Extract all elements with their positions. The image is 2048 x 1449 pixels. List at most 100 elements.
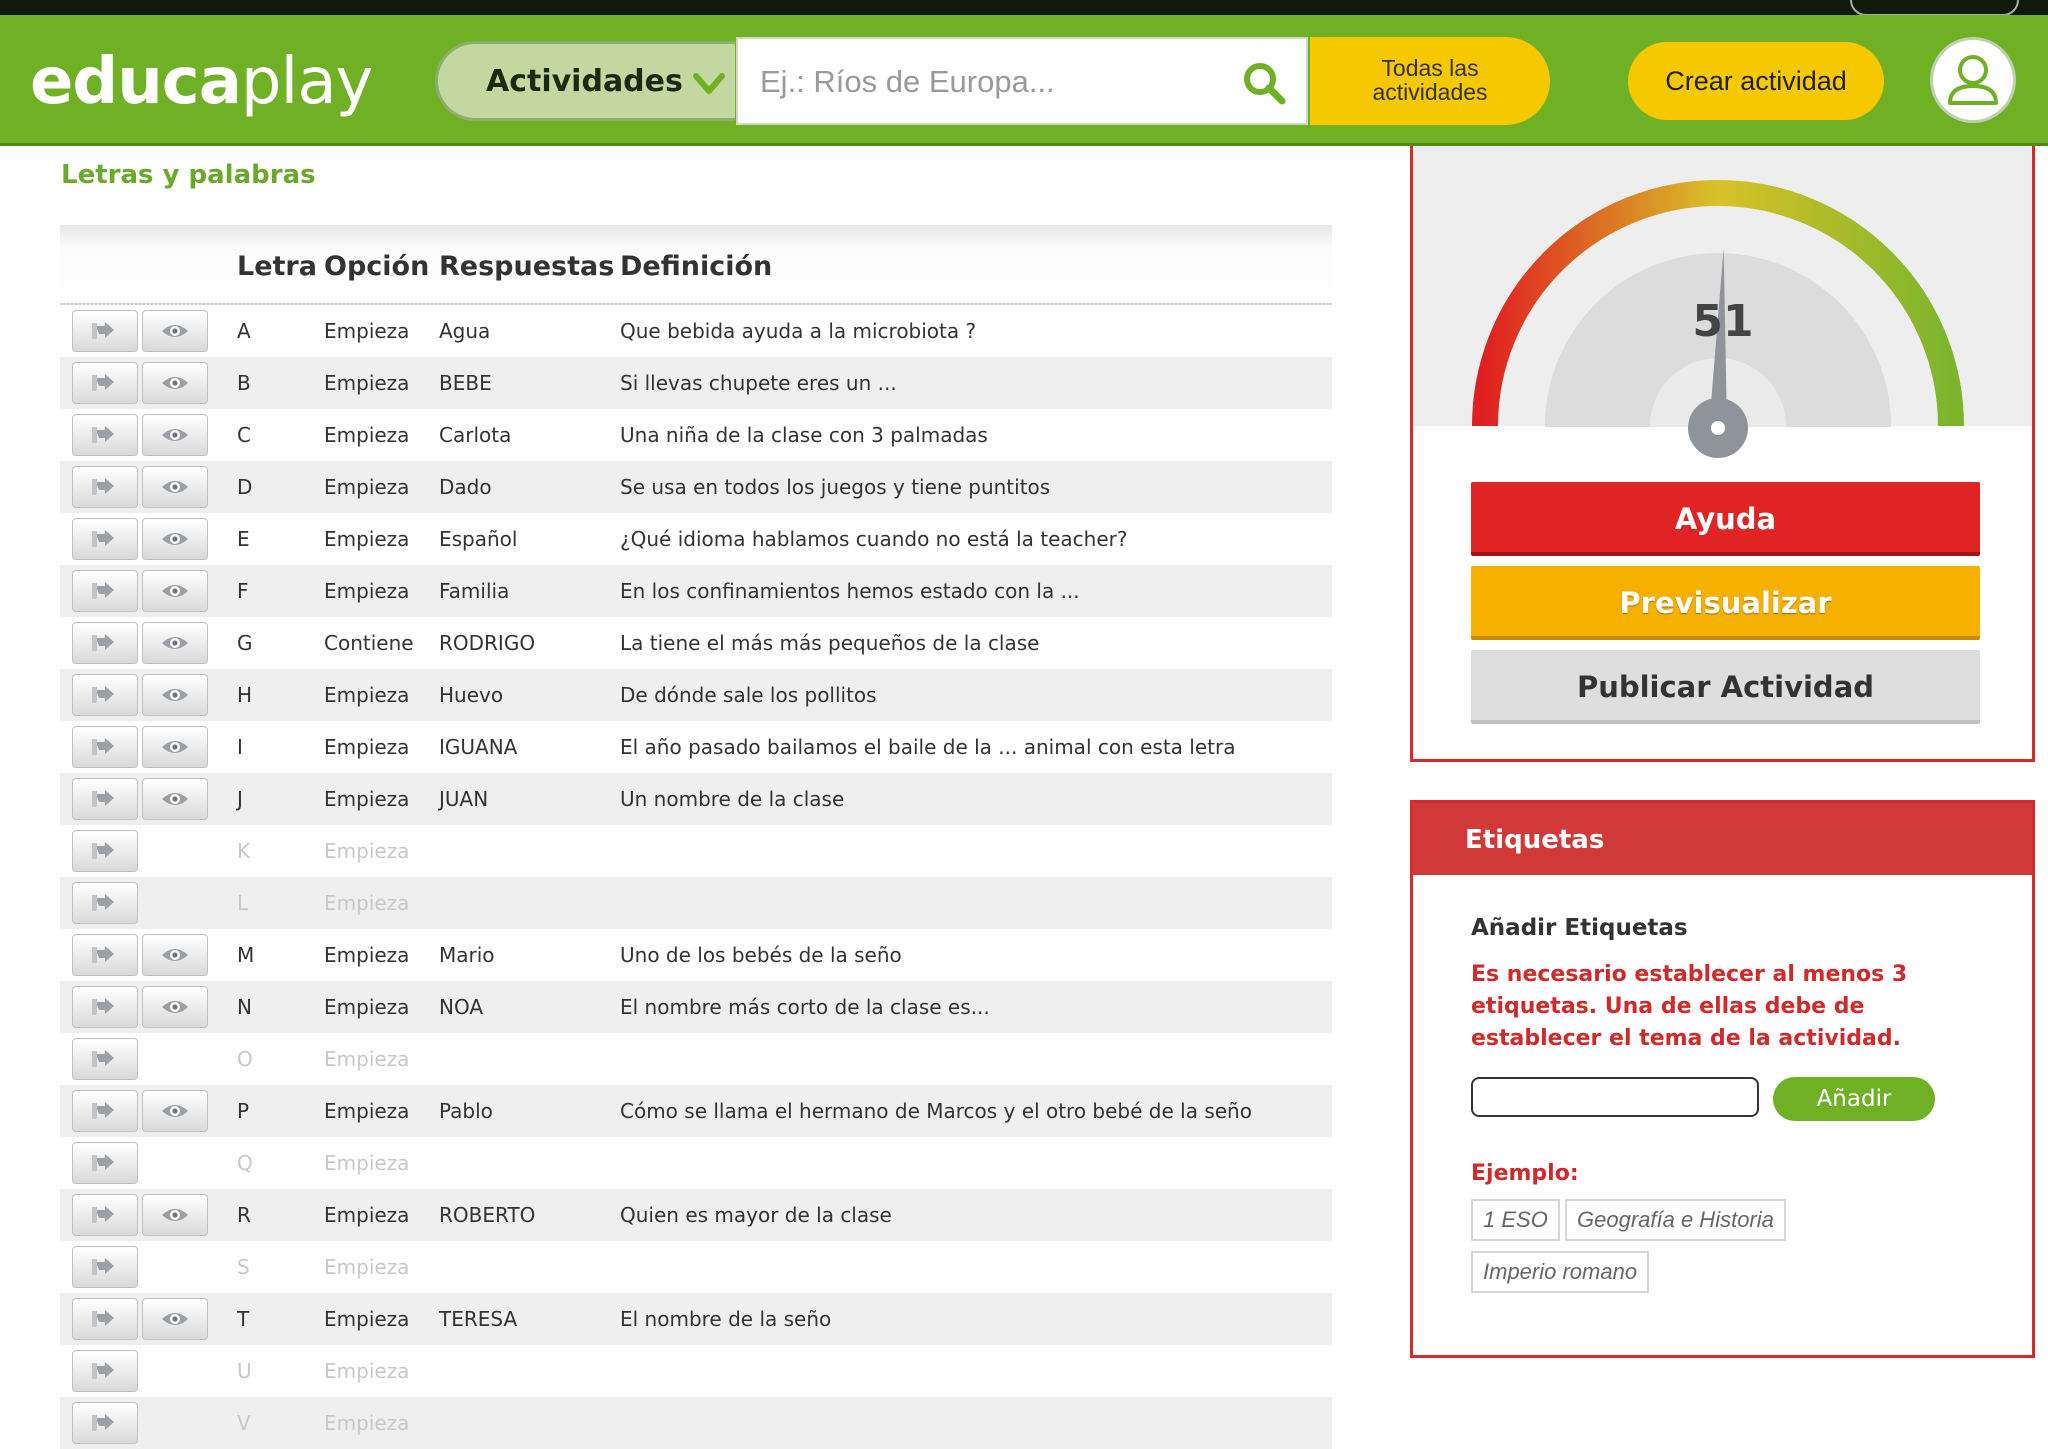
eye-icon [162,637,188,649]
cell-option: Empieza [324,891,410,915]
cell-option: Empieza [324,1047,410,1071]
view-row-button[interactable] [142,362,208,404]
edit-row-button[interactable] [72,934,138,976]
cell-option: Empieza [324,1151,410,1175]
view-row-button[interactable] [142,518,208,560]
edit-row-button[interactable] [72,1194,138,1236]
edit-row-button[interactable] [72,466,138,508]
view-row-button[interactable] [142,414,208,456]
cell-option: Empieza [324,995,410,1019]
cell-letter: C [237,423,251,447]
edit-row-button[interactable] [72,1350,138,1392]
cell-option: Empieza [324,527,410,551]
edit-icon [92,582,114,599]
view-row-button[interactable] [142,1090,208,1132]
view-row-button[interactable] [142,1194,208,1236]
view-row-button[interactable] [142,466,208,508]
cell-answer: Dado [439,475,492,499]
edit-row-button[interactable] [72,414,138,456]
table-row: R Empieza ROBERTO Quien es mayor de la clas… [60,1189,1332,1241]
cell-letter: L [237,891,249,915]
edit-icon [92,842,114,859]
edit-row-button[interactable] [72,570,138,612]
category-select-label: Actividades [486,64,683,99]
tag-input[interactable] [1471,1077,1759,1117]
edit-icon [92,1154,114,1171]
cell-definition: Si llevas chupete eres un ... [620,371,897,395]
table-row: T Empieza TERESA El nombre de la seño [60,1293,1332,1345]
cell-letter: O [237,1047,253,1071]
preview-button[interactable]: Previsualizar [1471,566,1980,640]
view-row-button[interactable] [142,570,208,612]
view-row-button[interactable] [142,986,208,1028]
eye-icon [162,429,188,441]
edit-row-button[interactable] [72,1142,138,1184]
table-row: O Empieza [60,1033,1332,1085]
tags-title: Etiquetas [1465,825,1605,855]
cell-option: Contiene [324,631,414,655]
view-row-button[interactable] [142,1298,208,1340]
view-row-button[interactable] [142,778,208,820]
cell-definition: En los confinamientos hemos estado con l… [620,579,1080,603]
table-body: A Empieza Agua Que bebida ayuda a la microb… [60,305,1332,1449]
view-row-button[interactable] [142,310,208,352]
all-activities-button[interactable]: Todas las actividades [1310,37,1550,125]
edit-row-button[interactable] [72,1038,138,1080]
cell-answer: IGUANA [439,735,518,759]
cell-definition: El año pasado bailamos el baile de la ..… [620,735,1236,759]
cell-answer: TERESA [439,1307,518,1331]
example-chip: 1 ESO [1471,1199,1560,1241]
cell-option: Empieza [324,475,410,499]
cell-answer: Pablo [439,1099,493,1123]
view-row-button[interactable] [142,622,208,664]
help-button[interactable]: Ayuda [1471,482,1980,556]
table-row: S Empieza [60,1241,1332,1293]
top-strip [0,0,2048,15]
cell-definition: ¿Qué idioma hablamos cuando no está la t… [620,527,1128,551]
educaplay-logo[interactable]: educaplay [30,45,373,119]
edit-row-button[interactable] [72,362,138,404]
language-selector[interactable] [1850,0,2019,15]
edit-row-button[interactable] [72,1246,138,1288]
cell-option: Empieza [324,371,410,395]
view-row-button[interactable] [142,934,208,976]
view-row-button[interactable] [142,674,208,716]
category-select[interactable]: Actividades [435,41,735,121]
create-activity-button[interactable]: Crear actividad [1628,42,1884,120]
quality-score: 51 [1692,296,1754,347]
edit-row-button[interactable] [72,1402,138,1444]
cell-answer: Carlota [439,423,512,447]
edit-row-button[interactable] [72,986,138,1028]
edit-row-button[interactable] [72,830,138,872]
cell-option: Empieza [324,735,410,759]
add-tag-button[interactable]: Añadir [1773,1077,1935,1121]
edit-row-button[interactable] [72,882,138,924]
edit-row-button[interactable] [72,518,138,560]
search-input[interactable] [758,53,1222,111]
table-row: E Empieza Español ¿Qué idioma hablamos cuan… [60,513,1332,565]
cell-answer: Español [439,527,518,551]
edit-row-button[interactable] [72,726,138,768]
edit-row-button[interactable] [72,1090,138,1132]
cell-option: Empieza [324,1099,410,1123]
eye-icon [162,741,188,753]
user-avatar[interactable] [1930,37,2016,123]
edit-row-button[interactable] [72,674,138,716]
edit-icon [92,1102,114,1119]
questions-table: Letra Opción Respuestas Definición A Empi… [60,225,1332,1449]
eye-icon [162,1105,188,1117]
publish-button[interactable]: Publicar Actividad [1471,650,1980,724]
quality-panel: 51 Ayuda Previsualizar Publicar Activida… [1410,146,2035,762]
search-icon[interactable] [1242,61,1286,105]
header-letter: Letra [237,251,317,282]
header-answer: Respuestas [439,251,615,282]
cell-letter: U [237,1359,252,1383]
edit-icon [92,946,114,963]
cell-answer: NOA [439,995,484,1019]
edit-row-button[interactable] [72,622,138,664]
edit-row-button[interactable] [72,1298,138,1340]
cell-answer: Familia [439,579,510,603]
view-row-button[interactable] [142,726,208,768]
edit-row-button[interactable] [72,310,138,352]
edit-row-button[interactable] [72,778,138,820]
